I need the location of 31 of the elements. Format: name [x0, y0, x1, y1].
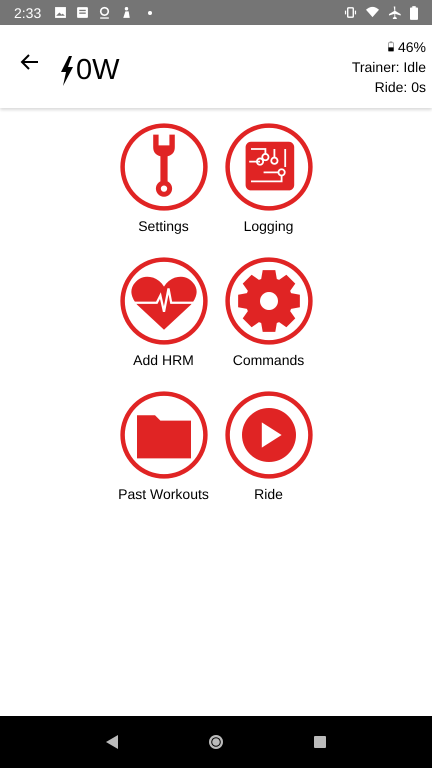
menu-tile[interactable]: Past Workouts [111, 390, 216, 506]
ride-time: Ride: 0s [374, 78, 426, 96]
gear-icon [224, 256, 314, 346]
battery-icon [388, 41, 394, 52]
power-reading: 0W [76, 54, 120, 87]
message-icon [76, 6, 90, 19]
location-icon [98, 6, 112, 19]
trainer-status: Trainer: Idle [352, 58, 426, 76]
battery-icon [410, 6, 418, 20]
dot-icon [148, 10, 152, 14]
folder-icon [118, 390, 208, 480]
menu-tile[interactable]: Commands [216, 256, 321, 372]
wrench-icon [118, 122, 208, 212]
heart-pulse-icon [118, 256, 208, 346]
airplane-icon [388, 6, 401, 19]
wifi-icon [366, 6, 379, 19]
menu-tile[interactable]: Settings [111, 122, 216, 238]
clock: 2:33 [14, 4, 42, 20]
back-arrow-icon[interactable] [20, 52, 40, 72]
vibrate-icon [344, 6, 357, 19]
play-icon [224, 390, 314, 480]
lightning-icon [60, 56, 74, 86]
image-icon [54, 6, 68, 19]
circuit-board-icon [224, 122, 314, 212]
menu-tile[interactable]: Add HRM [111, 256, 216, 372]
home-nav-icon[interactable] [208, 734, 224, 750]
menu-tile[interactable]: Ride [216, 390, 321, 506]
menu-tile[interactable]: Logging [216, 122, 321, 238]
recents-nav-icon[interactable] [312, 734, 328, 750]
battery-percent: 46% [398, 38, 426, 56]
back-nav-icon[interactable] [104, 734, 120, 750]
